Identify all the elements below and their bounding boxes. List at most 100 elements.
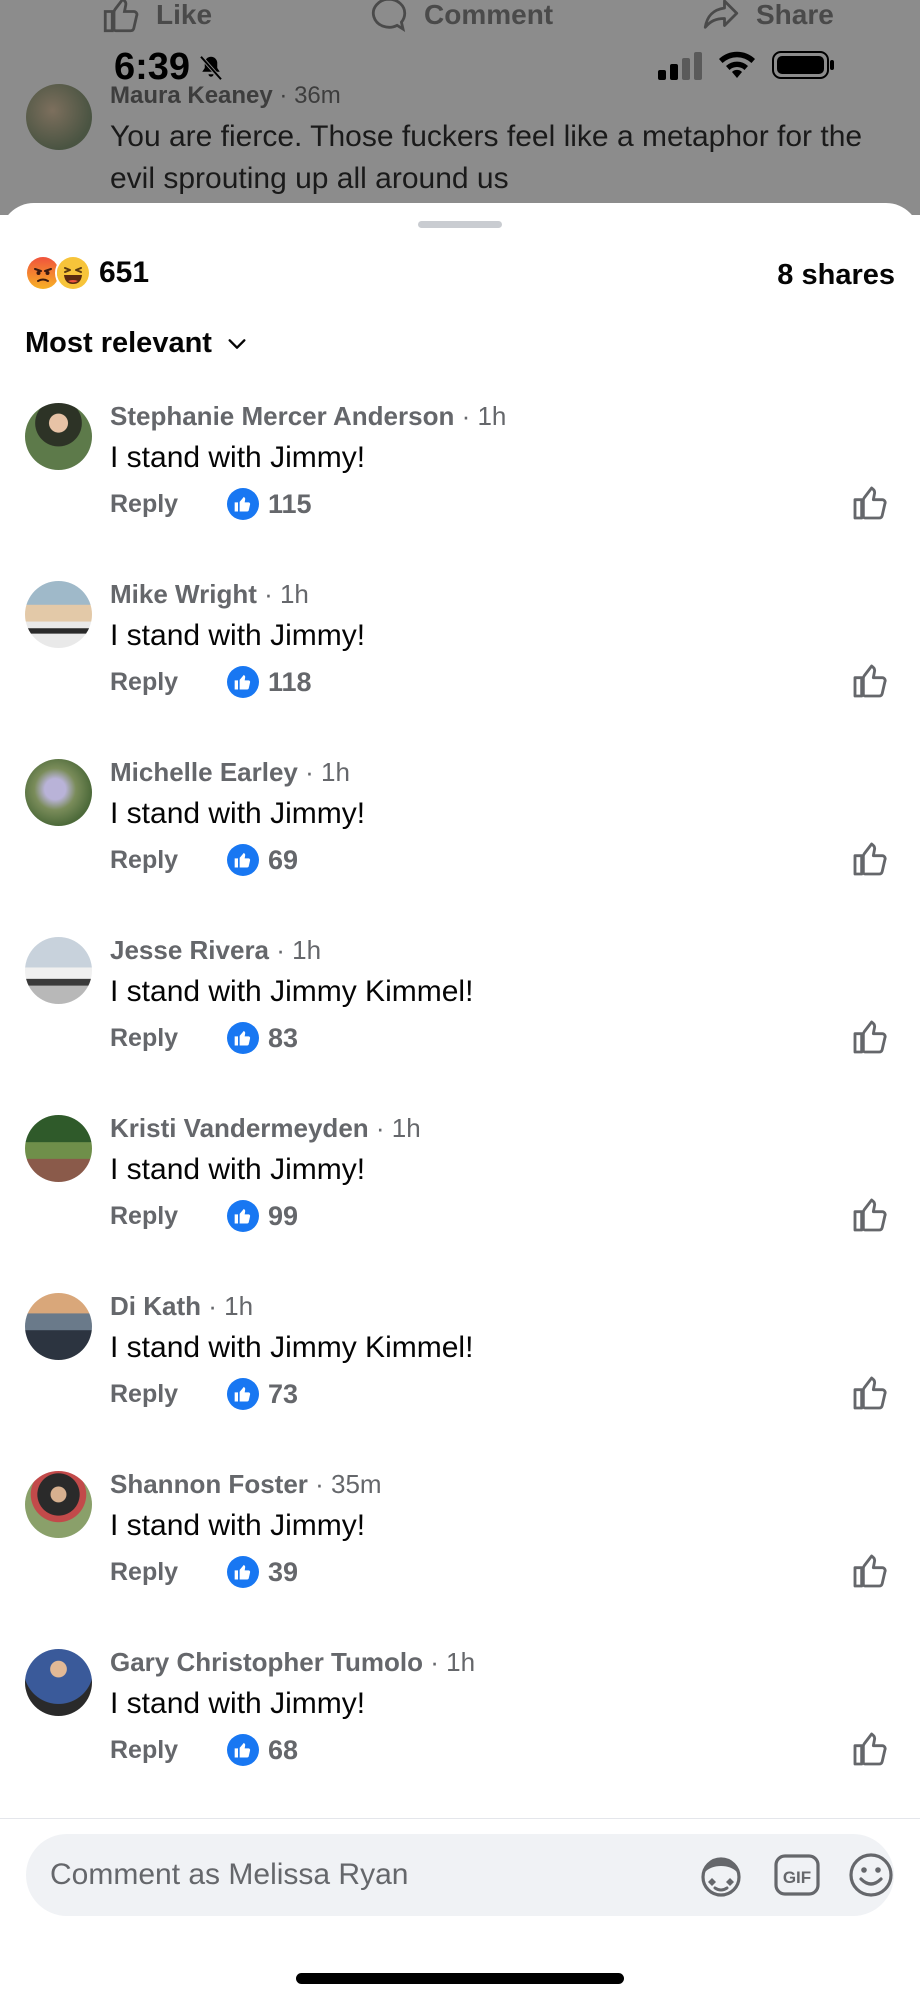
- sheet-grabber[interactable]: [418, 221, 502, 228]
- avatar[interactable]: [25, 937, 92, 1004]
- avatar[interactable]: [25, 581, 92, 648]
- reply-button[interactable]: Reply: [110, 1380, 227, 1409]
- like-count: 39: [268, 1556, 299, 1587]
- like-count: 73: [268, 1378, 299, 1409]
- comment-author[interactable]: Shannon Foster: [110, 1469, 308, 1499]
- reply-button[interactable]: Reply: [110, 1202, 227, 1231]
- comment-time: 36m: [294, 82, 341, 109]
- comment-author[interactable]: Jesse Rivera: [110, 935, 269, 965]
- like-count: 69: [268, 844, 299, 875]
- comment-action: Comment: [368, 0, 553, 36]
- like-action-label: Like: [156, 0, 213, 30]
- comment-time: 1h: [391, 1113, 421, 1143]
- like-reaction-icon: [227, 666, 259, 698]
- reply-button[interactable]: Reply: [110, 1024, 227, 1053]
- comment-author[interactable]: Kristi Vandermeyden: [110, 1113, 369, 1143]
- shares-count[interactable]: 8 shares: [777, 259, 895, 292]
- comment-actions: Reply 99: [110, 1200, 298, 1232]
- like-count: 83: [268, 1022, 299, 1053]
- like-count: 118: [268, 666, 312, 697]
- like-count: 68: [268, 1734, 299, 1765]
- comment-time: 1h: [279, 579, 309, 609]
- composer-divider: [0, 1818, 920, 1819]
- thumbs-up-icon[interactable]: [850, 1017, 890, 1057]
- like-reaction-icon: [227, 488, 259, 520]
- reaction-summary: 651 8 shares: [25, 255, 895, 297]
- comment-item: Gary Christopher Tumolo · 1h I stand wit…: [0, 1641, 920, 1819]
- avatar-sticker-icon[interactable]: [696, 1850, 746, 1900]
- comment-item: Jesse Rivera · 1h I stand with Jimmy Kim…: [0, 929, 920, 1107]
- comment-item: Michelle Earley · 1h I stand with Jimmy!…: [0, 751, 920, 929]
- comment-time: 1h: [446, 1647, 476, 1677]
- thumbs-up-icon[interactable]: [850, 661, 890, 701]
- avatar[interactable]: [25, 759, 92, 826]
- avatar[interactable]: [25, 1293, 92, 1360]
- gif-icon[interactable]: GIF: [772, 1850, 822, 1900]
- comment-item: Shannon Foster · 35m I stand with Jimmy!…: [0, 1463, 920, 1641]
- comment-author[interactable]: Stephanie Mercer Anderson: [110, 401, 454, 431]
- avatar[interactable]: [25, 403, 92, 470]
- reply-button[interactable]: Reply: [110, 1558, 227, 1587]
- thumbs-up-icon[interactable]: [850, 483, 890, 523]
- like-count: 115: [268, 488, 312, 519]
- comment-item: Kristi Vandermeyden · 1h I stand with Ji…: [0, 1107, 920, 1285]
- comment-actions: Reply 68: [110, 1734, 298, 1766]
- comment-header: Maura Keaney · 36m: [110, 82, 341, 109]
- comment-header: Stephanie Mercer Anderson · 1h: [110, 401, 507, 431]
- comment-actions: Reply 73: [110, 1378, 298, 1410]
- comment-text: I stand with Jimmy Kimmel!: [110, 1331, 474, 1364]
- comment-item: Di Kath · 1h I stand with Jimmy Kimmel! …: [0, 1285, 920, 1463]
- avatar[interactable]: [25, 1471, 92, 1538]
- comment-item: Mike Wright · 1h I stand with Jimmy! Rep…: [0, 573, 920, 751]
- comment-author[interactable]: Michelle Earley: [110, 757, 298, 787]
- bell-muted-icon: [199, 55, 223, 80]
- comment-header: Gary Christopher Tumolo · 1h: [110, 1647, 476, 1677]
- background-post: Like Comment Share 6:39 Maura Keaney · 3…: [0, 0, 920, 215]
- status-icons: [658, 50, 836, 80]
- comment-header: Jesse Rivera · 1h: [110, 935, 322, 965]
- comment-header: Michelle Earley · 1h: [110, 757, 350, 787]
- comments-sheet: 651 8 shares Most relevant Stephanie Mer…: [0, 203, 920, 2000]
- like-reaction-icon: [227, 1022, 259, 1054]
- thumbs-up-icon[interactable]: [850, 1729, 890, 1769]
- comment-time: 1h: [321, 757, 350, 787]
- comment-icon: [371, 0, 407, 32]
- avatar[interactable]: [25, 1649, 92, 1716]
- reply-button[interactable]: Reply: [110, 668, 227, 697]
- thumbs-up-icon[interactable]: [850, 839, 890, 879]
- emoji-icon[interactable]: [846, 1850, 896, 1900]
- reaction-count: 651: [99, 256, 150, 289]
- comment-text: I stand with Jimmy!: [110, 797, 366, 830]
- comment-author[interactable]: Gary Christopher Tumolo: [110, 1647, 423, 1677]
- comment-time: 1h: [477, 401, 507, 431]
- comment-item: Stephanie Mercer Anderson · 1h I stand w…: [0, 395, 920, 573]
- reactions-button[interactable]: 651: [25, 255, 149, 291]
- thumbs-up-icon: [103, 0, 139, 33]
- home-indicator[interactable]: [296, 1973, 624, 1984]
- comment-header: Di Kath · 1h: [110, 1291, 254, 1321]
- thumbs-up-icon[interactable]: [850, 1551, 890, 1591]
- comment-text: I stand with Jimmy!: [110, 441, 366, 474]
- comment-composer: GIF: [26, 1834, 894, 1916]
- reply-button[interactable]: Reply: [110, 490, 227, 519]
- like-count: 99: [268, 1200, 299, 1231]
- comment-input[interactable]: [50, 1834, 650, 1916]
- comment-text: I stand with Jimmy Kimmel!: [110, 975, 474, 1008]
- comment-time: 35m: [331, 1469, 382, 1499]
- comment-author[interactable]: Mike Wright: [110, 579, 257, 609]
- thumbs-up-icon[interactable]: [850, 1373, 890, 1413]
- comment-text: I stand with Jimmy!: [110, 1153, 366, 1186]
- post-action-bar: Like Comment Share: [0, 0, 920, 34]
- reply-button[interactable]: Reply: [110, 1736, 227, 1765]
- comment-author[interactable]: Di Kath: [110, 1291, 201, 1321]
- comment-header: Shannon Foster · 35m: [110, 1469, 382, 1499]
- sort-label: Most relevant: [25, 327, 212, 359]
- like-reaction-icon: [227, 844, 259, 876]
- comment-header: Kristi Vandermeyden · 1h: [110, 1113, 421, 1143]
- avatar[interactable]: [25, 1115, 92, 1182]
- comment-text: I stand with Jimmy!: [110, 1687, 366, 1720]
- comment-author: Maura Keaney: [110, 82, 273, 109]
- reply-button[interactable]: Reply: [110, 846, 227, 875]
- thumbs-up-icon[interactable]: [850, 1195, 890, 1235]
- sort-dropdown[interactable]: Most relevant: [25, 327, 248, 360]
